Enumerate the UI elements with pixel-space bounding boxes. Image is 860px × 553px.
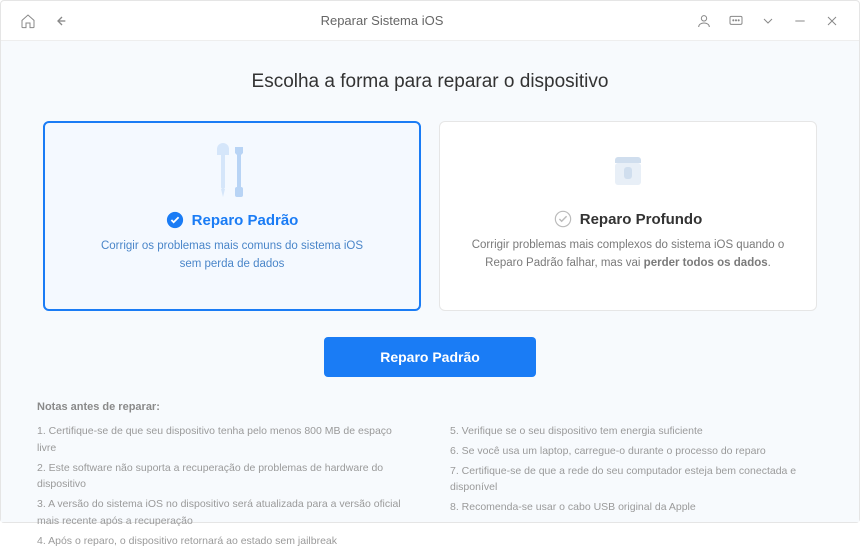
- standard-desc: Corrigir os problemas mais comuns do sis…: [101, 237, 363, 274]
- note-item: 4. Após o reparo, o dispositivo retornar…: [37, 533, 410, 550]
- home-icon[interactable]: [19, 12, 37, 30]
- page-heading: Escolha a forma para reparar o dispositi…: [37, 71, 823, 93]
- notes-list: 1. Certifique-se de que seu dispositivo …: [37, 423, 823, 553]
- deep-repair-card[interactable]: Reparo Profundo Corrigir problemas mais …: [439, 121, 817, 311]
- feedback-icon[interactable]: [727, 12, 745, 30]
- standard-repair-card[interactable]: Reparo Padrão Corrigir os problemas mais…: [43, 121, 421, 311]
- deep-desc: Corrigir problemas mais complexos do sis…: [468, 236, 788, 273]
- notes-heading: Notas antes de reparar:: [37, 401, 823, 413]
- check-circle-icon: [166, 211, 184, 229]
- repair-button[interactable]: Reparo Padrão: [324, 337, 536, 377]
- window-title: Reparar Sistema iOS: [69, 13, 695, 28]
- close-icon[interactable]: [823, 12, 841, 30]
- note-item: 1. Certifique-se de que seu dispositivo …: [37, 423, 410, 457]
- check-outline-icon: [554, 210, 572, 228]
- back-icon[interactable]: [51, 12, 69, 30]
- note-item: 7. Certifique-se de que a rede do seu co…: [450, 463, 823, 497]
- user-icon[interactable]: [695, 12, 713, 30]
- note-item: 8. Recomenda-se usar o cabo USB original…: [450, 499, 823, 516]
- note-item: 6. Se você usa um laptop, carregue-o dur…: [450, 443, 823, 460]
- chevron-down-icon[interactable]: [759, 12, 777, 30]
- note-item: 2. Este software não suporta a recuperaç…: [37, 460, 410, 494]
- notes-right: 5. Verifique se o seu dispositivo tem en…: [450, 423, 823, 553]
- standard-title: Reparo Padrão: [192, 212, 299, 229]
- minimize-icon[interactable]: [791, 12, 809, 30]
- deep-title: Reparo Profundo: [580, 211, 703, 228]
- tools-icon: [207, 141, 257, 201]
- note-item: 3. A versão do sistema iOS no dispositiv…: [37, 496, 410, 530]
- device-icon: [603, 140, 653, 200]
- repair-options: Reparo Padrão Corrigir os problemas mais…: [37, 121, 823, 311]
- note-item: 5. Verifique se o seu dispositivo tem en…: [450, 423, 823, 440]
- notes-left: 1. Certifique-se de que seu dispositivo …: [37, 423, 410, 553]
- main-content: Escolha a forma para reparar o dispositi…: [1, 41, 859, 522]
- titlebar: Reparar Sistema iOS: [1, 1, 859, 41]
